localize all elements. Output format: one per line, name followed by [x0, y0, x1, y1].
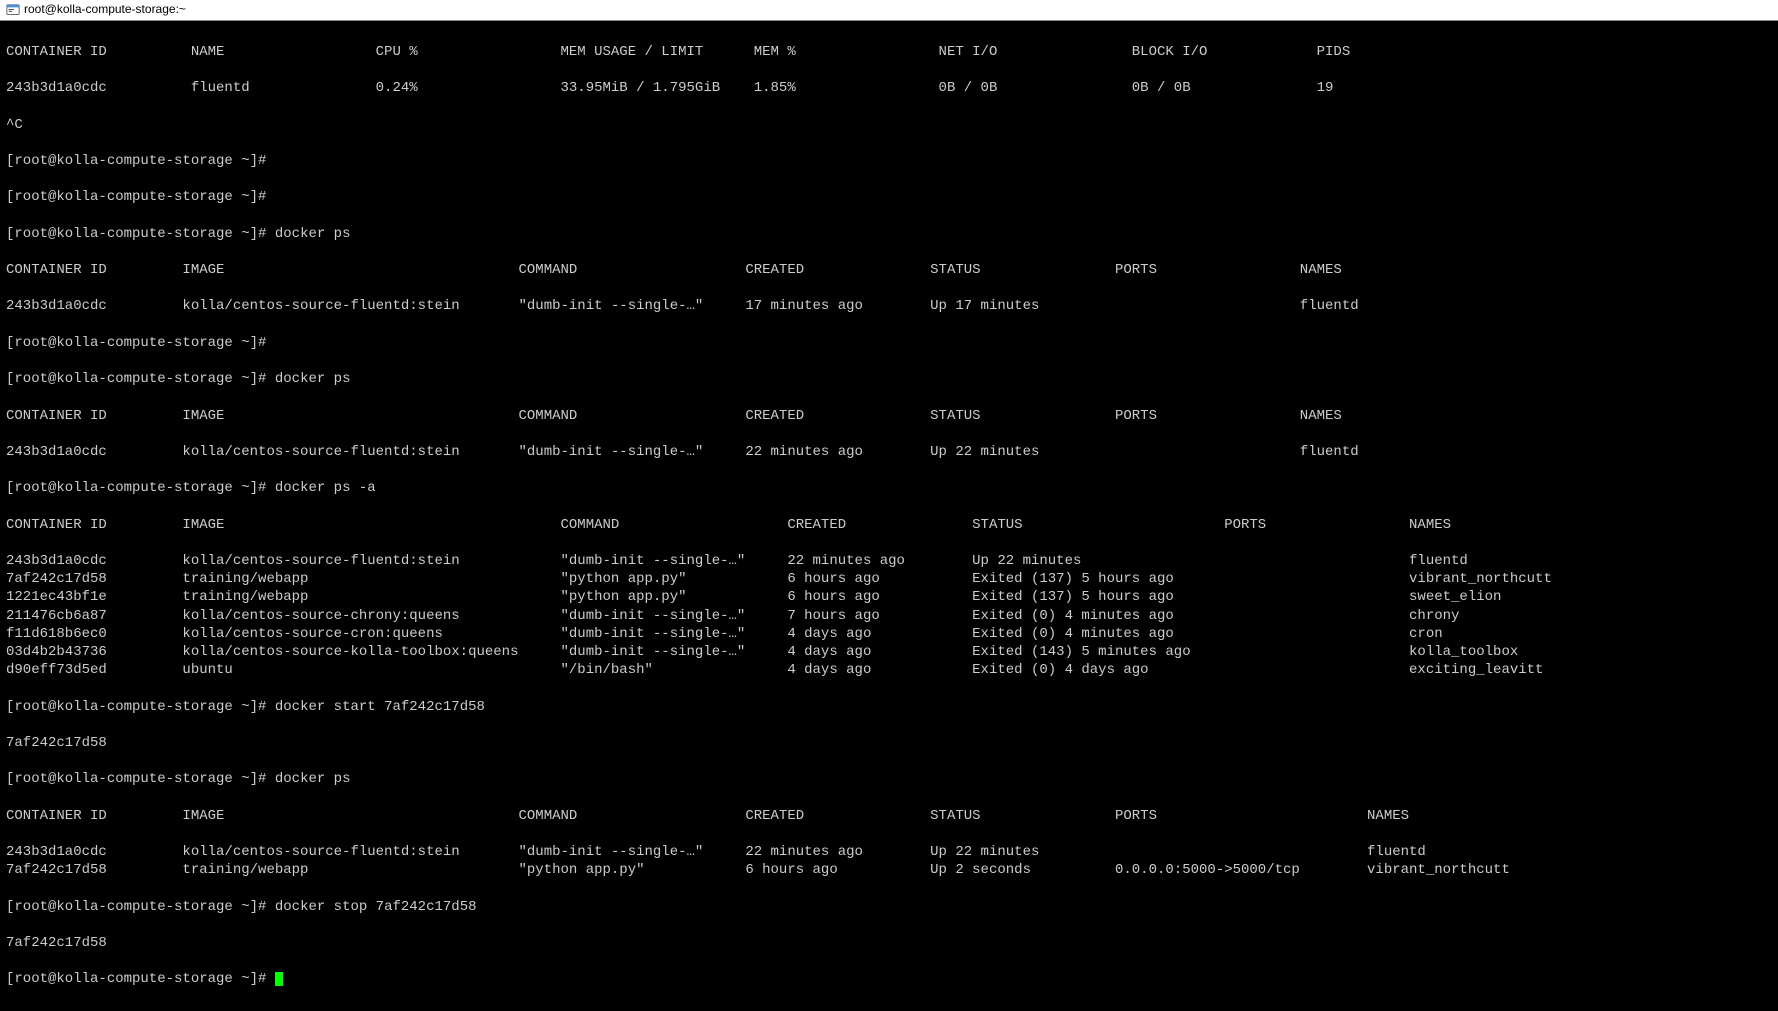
prompt-line: [root@kolla-compute-storage ~]# docker s… — [6, 698, 1772, 716]
prompt-line: [root@kolla-compute-storage ~]# docker p… — [6, 370, 1772, 388]
command: docker ps -a — [275, 480, 376, 496]
table-row: 7af242c17d58 training/webapp "python app… — [6, 861, 1772, 879]
prompt-line: [root@kolla-compute-storage ~]# — [6, 152, 1772, 170]
table-row: 243b3d1a0cdc kolla/centos-source-fluentd… — [6, 443, 1772, 461]
ps-header: CONTAINER ID IMAGE COMMAND CREATED STATU… — [6, 807, 1772, 825]
table-row: f11d618b6ec0 kolla/centos-source-cron:qu… — [6, 625, 1772, 643]
command: docker stop 7af242c17d58 — [275, 899, 477, 915]
command: docker start 7af242c17d58 — [275, 699, 485, 715]
window-titlebar: root@kolla-compute-storage:~ — [0, 0, 1778, 21]
ps-header: CONTAINER ID IMAGE COMMAND CREATED STATU… — [6, 407, 1772, 425]
command: docker ps — [275, 771, 351, 787]
table-row: 1221ec43bf1e training/webapp "python app… — [6, 588, 1772, 606]
interrupt: ^C — [6, 116, 1772, 134]
command-output: 7af242c17d58 — [6, 734, 1772, 752]
table-row: 243b3d1a0cdc kolla/centos-source-fluentd… — [6, 552, 1772, 570]
table-row: d90eff73d5ed ubuntu "/bin/bash" 4 days a… — [6, 661, 1772, 679]
command: docker ps — [275, 226, 351, 242]
stats-row: 243b3d1a0cdc fluentd 0.24% 33.95MiB / 1.… — [6, 79, 1772, 97]
cursor — [275, 972, 283, 986]
table-row: 243b3d1a0cdc kolla/centos-source-fluentd… — [6, 297, 1772, 315]
ps-header: CONTAINER ID IMAGE COMMAND CREATED STATU… — [6, 516, 1772, 534]
table-row: 211476cb6a87 kolla/centos-source-chrony:… — [6, 607, 1772, 625]
prompt-line: [root@kolla-compute-storage ~]# — [6, 334, 1772, 352]
window-title: root@kolla-compute-storage:~ — [24, 2, 186, 18]
stats-header: CONTAINER ID NAME CPU % MEM USAGE / LIMI… — [6, 43, 1772, 61]
prompt-line: [root@kolla-compute-storage ~]# docker p… — [6, 770, 1772, 788]
prompt-line: [root@kolla-compute-storage ~]# — [6, 188, 1772, 206]
prompt-line: [root@kolla-compute-storage ~]# docker p… — [6, 225, 1772, 243]
prompt-line: [root@kolla-compute-storage ~]# docker s… — [6, 898, 1772, 916]
prompt-line[interactable]: [root@kolla-compute-storage ~]# — [6, 970, 1772, 988]
prompt-line: [root@kolla-compute-storage ~]# docker p… — [6, 479, 1772, 497]
table-row: 7af242c17d58 training/webapp "python app… — [6, 570, 1772, 588]
command-output: 7af242c17d58 — [6, 934, 1772, 952]
terminal-icon — [6, 3, 20, 17]
ps-header: CONTAINER ID IMAGE COMMAND CREATED STATU… — [6, 261, 1772, 279]
table-row: 243b3d1a0cdc kolla/centos-source-fluentd… — [6, 843, 1772, 861]
terminal-output[interactable]: CONTAINER ID NAME CPU % MEM USAGE / LIMI… — [0, 21, 1778, 1011]
command: docker ps — [275, 371, 351, 387]
table-row: 03d4b2b43736 kolla/centos-source-kolla-t… — [6, 643, 1772, 661]
